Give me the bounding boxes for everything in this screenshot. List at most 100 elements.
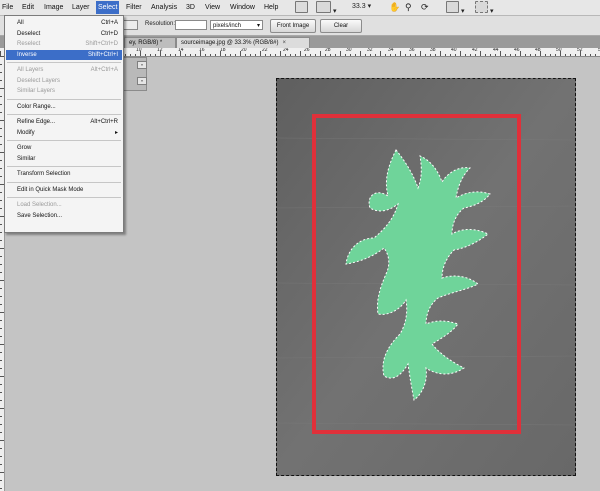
- ruler-tick: [0, 360, 2, 361]
- ruler-tick: [420, 51, 421, 56]
- resolution-units-value: pixels/inch: [213, 23, 242, 29]
- ruler-tick: [130, 54, 131, 56]
- ruler-tick: [155, 54, 156, 56]
- tab-document-1[interactable]: ey, RGB/8) *: [124, 37, 176, 48]
- ruler-number: 48: [535, 48, 541, 53]
- menu-item-refine-edge[interactable]: Refine Edge... Alt+Ctrl+R: [6, 117, 122, 127]
- ruler-tick: [0, 264, 2, 265]
- ruler-tick: [525, 54, 526, 56]
- arrange-documents-icon[interactable]: ▾: [446, 1, 464, 15]
- menu-item-similar[interactable]: Similar: [6, 154, 122, 164]
- ruler-tick: [565, 54, 566, 56]
- ruler-tick: [395, 54, 396, 56]
- menu-image[interactable]: Image: [44, 2, 63, 13]
- menu-item-label: Load Selection...: [17, 202, 62, 208]
- menu-item-label: Similar: [17, 155, 36, 162]
- ruler-tick: [0, 464, 2, 465]
- ruler-number: 22: [262, 48, 268, 53]
- hand-tool-icon[interactable]: ✋: [389, 1, 400, 13]
- menu-item-grow[interactable]: Grow: [6, 143, 122, 153]
- ruler-tick: [0, 472, 4, 473]
- expand-panel-button[interactable]: «: [137, 77, 147, 85]
- zoom-tool-icon[interactable]: ⚲: [405, 1, 412, 13]
- menu-item-edit-in-quick-mask-mode[interactable]: Edit in Quick Mask Mode: [6, 185, 122, 195]
- menu-separator: [7, 114, 121, 115]
- ruler-tick: [0, 368, 2, 369]
- tab-label: ey, RGB/8) *: [129, 40, 163, 46]
- ruler-tick: [435, 54, 436, 56]
- menu-item-load-selection: Load Selection...: [6, 200, 122, 210]
- menu-item-modify[interactable]: Modify ▸: [6, 128, 122, 138]
- menu-item-label: Reselect: [17, 41, 41, 47]
- menu-item-reselect: Reselect Shift+Ctrl+D: [6, 39, 122, 49]
- ruler-tick: [485, 54, 486, 56]
- screen-mode-icon[interactable]: ▾: [475, 1, 493, 15]
- ruler-tick: [175, 54, 176, 56]
- ruler-tick: [0, 256, 2, 257]
- ruler-tick: [360, 51, 361, 56]
- menu-select[interactable]: Select: [96, 1, 120, 14]
- menu-item-all[interactable]: All Ctrl+A: [6, 18, 122, 28]
- menu-help[interactable]: Help: [264, 2, 278, 13]
- ruler-tick: [0, 192, 2, 193]
- view-extras-icon[interactable]: ▾: [316, 1, 336, 15]
- front-image-button[interactable]: Front Image: [270, 19, 316, 33]
- ruler-tick: [335, 54, 336, 56]
- ruler-tick: [265, 54, 266, 56]
- ruler-tick: [510, 54, 511, 56]
- rotate-view-icon[interactable]: ⟳: [421, 1, 429, 13]
- menu-analysis[interactable]: Analysis: [151, 2, 177, 13]
- ruler-tick: [515, 54, 516, 56]
- ruler-tick: [405, 54, 406, 56]
- ruler-tick: [205, 54, 206, 56]
- menu-view[interactable]: View: [205, 2, 220, 13]
- ruler-tick: [0, 432, 2, 433]
- ruler-tick: [0, 408, 4, 409]
- ruler-tick: [225, 54, 226, 56]
- menu-item-shortcut: Alt+Ctrl+R: [90, 119, 118, 125]
- menu-filter[interactable]: Filter: [126, 2, 142, 13]
- ruler-tick: [150, 54, 151, 56]
- ruler-tick: [450, 54, 451, 56]
- ruler-tick: [0, 288, 2, 289]
- ruler-number: 18: [220, 48, 226, 53]
- menu-item-save-selection[interactable]: Save Selection...: [6, 211, 122, 221]
- ruler-number: 40: [451, 48, 457, 53]
- menu-item-deselect[interactable]: Deselect Ctrl+D: [6, 29, 122, 39]
- menu-file[interactable]: File: [2, 2, 13, 13]
- ruler-tick: [0, 488, 2, 489]
- ruler-tick: [0, 440, 4, 441]
- ruler-tick: [255, 54, 256, 56]
- ruler-tick: [310, 54, 311, 56]
- ruler-tick: [0, 328, 2, 329]
- ruler-tick: [165, 54, 166, 56]
- ruler-tick: [555, 54, 556, 56]
- ruler-tick: [0, 240, 2, 241]
- menu-window[interactable]: Window: [230, 2, 255, 13]
- ruler-number: 30: [346, 48, 352, 53]
- height-input[interactable]: [122, 20, 138, 30]
- tab-sourceimage[interactable]: sourceimage.jpg @ 33.3% (RGB/8#) ×: [176, 37, 310, 48]
- resolution-units-select[interactable]: pixels/inch ▾: [210, 20, 263, 30]
- expand-panel-button[interactable]: «: [137, 61, 147, 69]
- menu-edit[interactable]: Edit: [22, 2, 34, 13]
- ruler-tick: [215, 54, 216, 56]
- submenu-arrow-icon: ▸: [114, 129, 118, 136]
- close-icon[interactable]: ×: [282, 40, 286, 46]
- menu-separator: [7, 181, 121, 183]
- menu-separator: [7, 197, 121, 198]
- ruler-tick: [595, 54, 596, 56]
- menu-item-inverse[interactable]: Inverse Shift+Ctrl+I: [6, 49, 122, 60]
- menu-item-transform-selection[interactable]: Transform Selection: [6, 169, 122, 179]
- ruler-tick: [375, 54, 376, 56]
- resolution-input[interactable]: [175, 20, 207, 30]
- launch-bridge-icon[interactable]: [295, 1, 308, 13]
- clear-button[interactable]: Clear: [320, 19, 362, 33]
- menu-item-color-range[interactable]: Color Range...: [6, 102, 122, 112]
- ruler-tick: [410, 54, 411, 56]
- ruler-number: 42: [472, 48, 478, 53]
- zoom-level-dropdown[interactable]: 33.3 ▾: [352, 1, 371, 13]
- menu-3d[interactable]: 3D: [186, 2, 195, 13]
- menu-item-all-layers: All Layers Alt+Ctrl+A: [6, 65, 122, 75]
- menu-layer[interactable]: Layer: [72, 2, 90, 13]
